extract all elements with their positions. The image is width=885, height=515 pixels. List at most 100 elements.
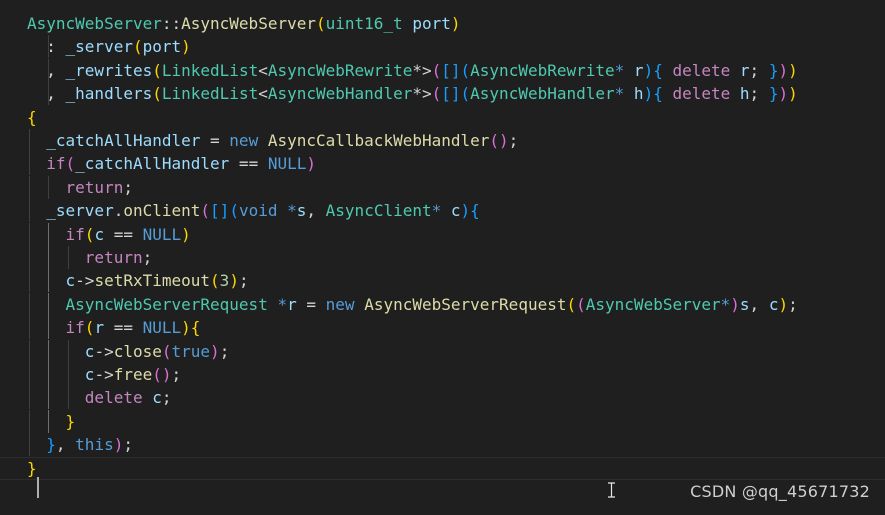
code-text: AsyncWebServer::AsyncWebServer(uint16_t … [27, 12, 461, 35]
code-token: AsyncWebServerRequest [65, 294, 268, 314]
code-token: ( [576, 294, 586, 314]
code-token: == [229, 154, 268, 174]
code-token: ) [788, 84, 798, 104]
code-line[interactable]: return; [0, 175, 885, 199]
code-editor[interactable]: AsyncWebServer::AsyncWebServer(uint16_t … [0, 0, 885, 515]
code-token: { [190, 318, 201, 338]
code-token: new [229, 131, 259, 150]
code-token: ( [152, 60, 162, 80]
code-text: return; [27, 246, 152, 269]
code-line[interactable]: , _rewrites(LinkedList<AsyncWebRewrite*>… [0, 58, 885, 82]
code-line[interactable]: _catchAllHandler = new AsyncCallbackWebH… [0, 129, 885, 152]
code-token: ) [643, 60, 654, 80]
code-token: r [287, 294, 297, 314]
code-token: ; [142, 248, 153, 267]
code-line[interactable]: if(_catchAllHandler == NULL) [0, 152, 885, 176]
code-token: * [431, 201, 442, 221]
code-line[interactable]: } [0, 409, 885, 433]
code-token: ) [778, 60, 789, 80]
code-token: void [238, 201, 278, 221]
code-line[interactable]: { [0, 106, 885, 129]
code-line[interactable]: : _server(port) [0, 35, 885, 59]
code-token: -> [94, 341, 114, 361]
code-token: AsyncClient [325, 201, 432, 221]
code-token: ( [431, 84, 442, 104]
code-token: [] [210, 201, 230, 221]
code-token: ) [778, 294, 789, 314]
code-token: _server [46, 201, 114, 221]
text-cursor [37, 477, 39, 498]
code-token: c [94, 224, 105, 244]
i-beam-cursor-icon [608, 482, 615, 498]
code-token: h [730, 84, 750, 104]
code-line[interactable]: return; [0, 246, 885, 269]
code-token: ( [132, 37, 143, 57]
code-token: ( [229, 201, 239, 221]
code-token: c [65, 271, 76, 291]
code-line[interactable]: c->close(true); [0, 339, 885, 363]
code-line[interactable]: }, this); [0, 433, 885, 457]
code-token: true [171, 341, 211, 361]
code-text: AsyncWebServerRequest *r = new AsyncWebS… [27, 293, 798, 316]
code-token: * [267, 294, 288, 314]
code-text: } [27, 458, 37, 479]
code-line[interactable]: , _handlers(LinkedList<AsyncWebHandler*>… [0, 82, 885, 106]
code-token: ) [181, 318, 191, 338]
code-token: , [55, 435, 76, 455]
code-token: AsyncWebHandler [267, 84, 413, 104]
code-token: *> [412, 84, 432, 104]
code-token: ( [84, 224, 95, 244]
code-token: r [94, 318, 105, 338]
code-token: () [489, 131, 509, 150]
code-line[interactable]: if(r == NULL){ [0, 316, 885, 340]
code-token: c [768, 294, 779, 314]
code-token: ( [65, 154, 76, 174]
code-token: () [152, 365, 172, 384]
code-token: ( [315, 14, 326, 33]
code-token: c [441, 201, 461, 221]
code-token: ) [229, 271, 239, 291]
code-token: == [104, 224, 143, 244]
code-line[interactable]: delete c; [0, 386, 885, 410]
code-token: delete [662, 84, 731, 104]
code-token: ; [508, 131, 519, 150]
code-text: if(r == NULL){ [27, 316, 201, 339]
code-token: , [306, 201, 326, 221]
code-token: _handlers [65, 84, 153, 104]
code-line[interactable]: _server.onClient([](void *s, AsyncClient… [0, 199, 885, 223]
code-text: c->free(); [27, 363, 181, 386]
code-token: < [258, 60, 268, 80]
code-line[interactable]: c->free(); [0, 363, 885, 386]
code-token: ; [238, 271, 249, 291]
code-token: _catchAllHandler [46, 131, 201, 150]
code-text: } [27, 410, 76, 433]
code-token: NULL [142, 224, 182, 244]
code-line[interactable]: AsyncWebServerRequest *r = new AsyncWebS… [0, 292, 885, 316]
code-token: { [470, 201, 480, 221]
code-line[interactable]: if(c == NULL) [0, 222, 885, 246]
code-token: ; [219, 341, 230, 361]
code-token: c [142, 388, 162, 408]
code-text: return; [27, 176, 133, 199]
code-line[interactable]: AsyncWebServer::AsyncWebServer(uint16_t … [0, 12, 885, 35]
code-line[interactable]: c->setRxTimeout(3); [0, 269, 885, 293]
code-line[interactable]: } [0, 456, 885, 480]
code-token: ( [161, 341, 172, 361]
code-token: ( [152, 84, 162, 104]
code-text: , _handlers(LinkedList<AsyncWebHandler*>… [27, 82, 798, 105]
code-token: ) [460, 201, 471, 221]
code-text: delete c; [27, 386, 172, 409]
code-token: * [720, 294, 731, 314]
code-token: 3 [219, 271, 230, 291]
code-token: r [730, 60, 750, 80]
code-token: s [739, 294, 750, 314]
code-token: ; [749, 60, 769, 80]
code-token: _server [65, 37, 133, 57]
csdn-watermark: CSDN @qq_45671732 [690, 482, 870, 501]
